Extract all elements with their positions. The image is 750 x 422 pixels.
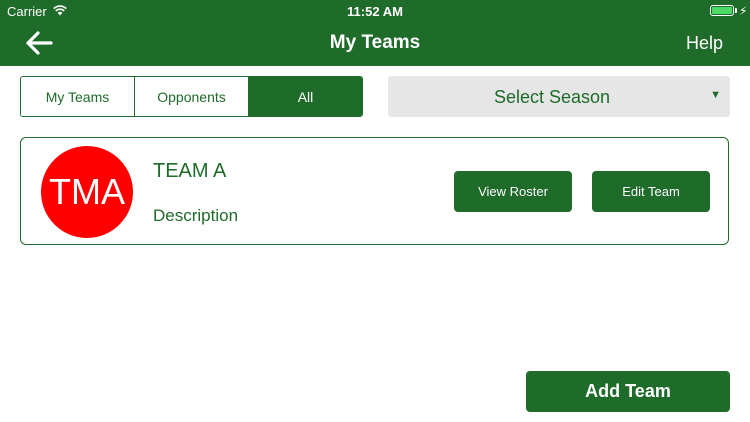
season-dropdown[interactable]: Select Season ▼ <box>388 76 730 117</box>
charging-bolt-icon: ⚡ <box>739 4 748 18</box>
team-filter-segmented-control: My Teams Opponents All <box>20 76 363 117</box>
edit-team-button[interactable]: Edit Team <box>592 171 710 212</box>
team-description: Description <box>153 206 239 225</box>
battery-nub <box>735 8 737 13</box>
add-team-button[interactable]: Add Team <box>526 371 730 412</box>
battery-level <box>712 7 732 14</box>
page-title: My Teams <box>329 32 421 53</box>
segment-my-teams[interactable]: My Teams <box>21 77 135 116</box>
team-card: TMA TEAM A Description View Roster Edit … <box>20 137 729 245</box>
segment-all[interactable]: All <box>249 77 362 116</box>
season-dropdown-label: Select Season <box>493 87 611 107</box>
caret-down-icon: ▼ <box>710 89 721 101</box>
help-button[interactable]: Help <box>686 33 723 54</box>
segment-opponents[interactable]: Opponents <box>135 77 249 116</box>
battery-icon <box>710 5 734 16</box>
status-bar: Carrier 11:52 AM ⚡ <box>0 0 750 22</box>
team-avatar: TMA <box>41 146 133 238</box>
view-roster-button[interactable]: View Roster <box>454 171 572 212</box>
team-name: TEAM A <box>153 160 227 182</box>
status-time: 11:52 AM <box>347 4 403 19</box>
navigation-bar: Carrier 11:52 AM ⚡ My Teams Help <box>0 0 750 66</box>
